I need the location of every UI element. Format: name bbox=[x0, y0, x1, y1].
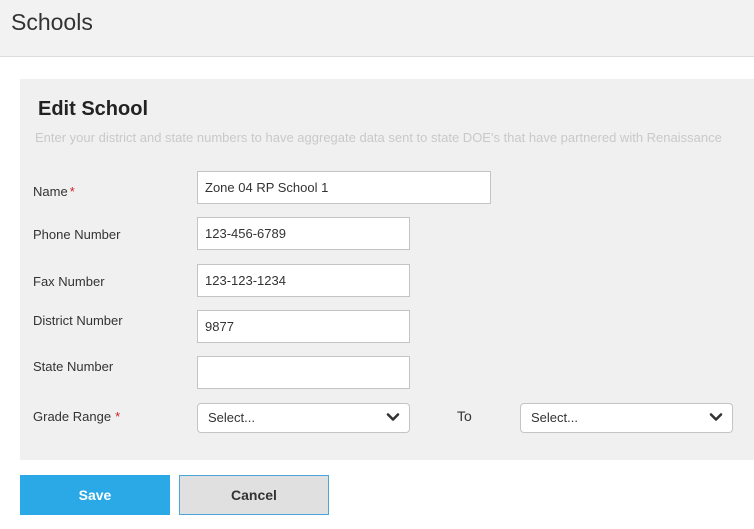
form-title: Edit School bbox=[38, 98, 148, 120]
grade-from-value: Select... bbox=[208, 410, 255, 425]
grade-from-select[interactable]: Select... bbox=[197, 403, 410, 433]
cancel-button[interactable]: Cancel bbox=[179, 475, 329, 515]
district-input[interactable] bbox=[197, 310, 410, 343]
edit-school-panel: Edit School Enter your district and stat… bbox=[20, 79, 754, 460]
required-marker: * bbox=[115, 409, 121, 424]
name-label-text: Name bbox=[33, 184, 68, 199]
form-description: Enter your district and state numbers to… bbox=[35, 130, 722, 145]
fax-input[interactable] bbox=[197, 264, 410, 297]
name-input[interactable] bbox=[197, 171, 491, 204]
top-bar: Schools bbox=[0, 0, 754, 57]
chevron-down-icon bbox=[709, 413, 723, 421]
fax-label: Fax Number bbox=[33, 274, 105, 289]
grade-to-label: To bbox=[457, 408, 472, 424]
page-title: Schools bbox=[11, 9, 93, 35]
phone-label: Phone Number bbox=[33, 227, 121, 242]
state-input[interactable] bbox=[197, 356, 410, 389]
district-label: District Number bbox=[33, 313, 123, 328]
state-label: State Number bbox=[33, 359, 114, 374]
save-button[interactable]: Save bbox=[20, 475, 170, 515]
grade-to-select[interactable]: Select... bbox=[520, 403, 733, 433]
name-label: Name * bbox=[33, 184, 75, 199]
grade-to-value: Select... bbox=[531, 410, 578, 425]
grade-range-label-text: Grade Range bbox=[33, 409, 112, 424]
chevron-down-icon bbox=[386, 413, 400, 421]
required-marker: * bbox=[69, 184, 75, 199]
grade-range-label: Grade Range * bbox=[33, 409, 120, 424]
phone-input[interactable] bbox=[197, 217, 410, 250]
